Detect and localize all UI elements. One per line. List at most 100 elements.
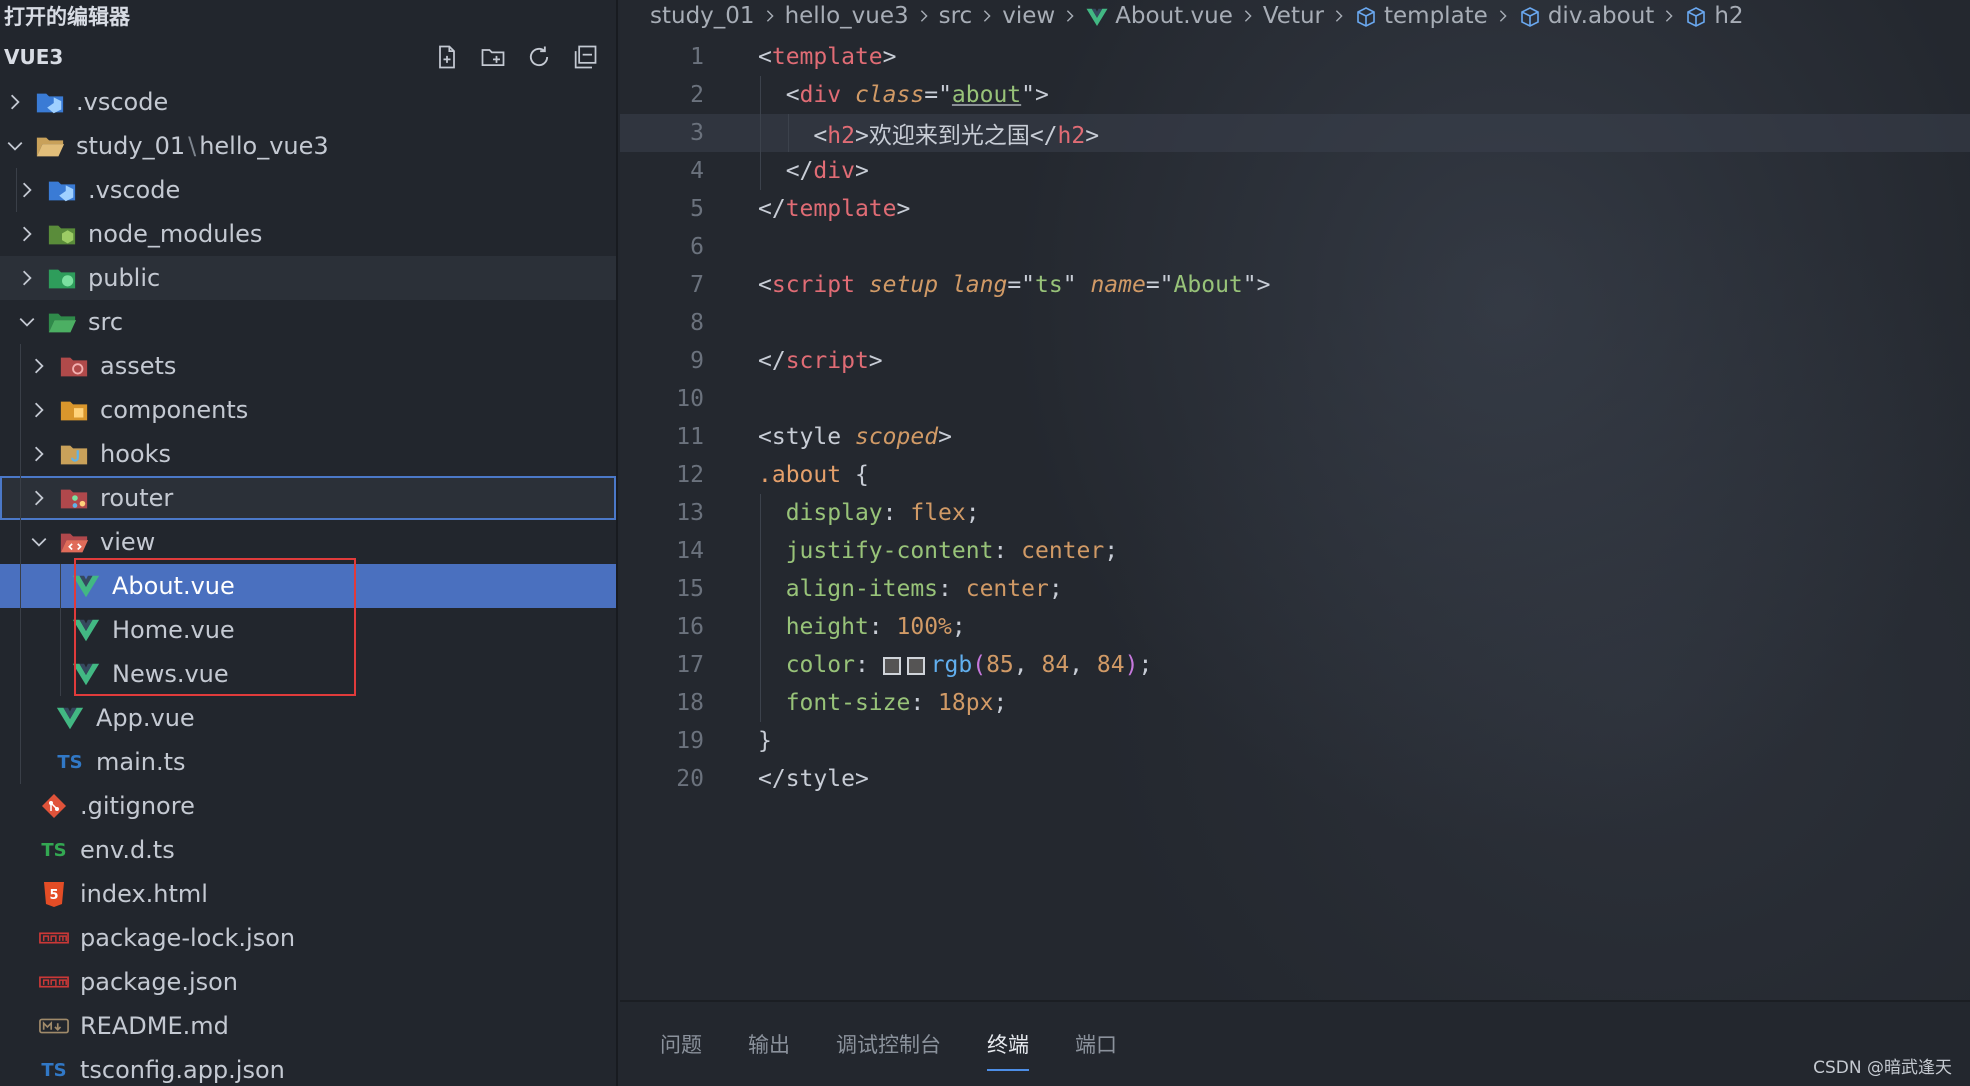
tree-item-label: tsconfig.app.json (80, 1056, 285, 1084)
tab-ports[interactable]: 端口 (1075, 1023, 1117, 1065)
tree-item-package-json[interactable]: package.json (0, 960, 616, 1004)
tree-item-node-modules[interactable]: node_modules (0, 212, 616, 256)
npm-file-icon (38, 923, 70, 953)
view-folder-icon (58, 527, 90, 557)
tree-item-study-folder[interactable]: study_01 \ hello_vue3 (0, 124, 616, 168)
chevron-down-icon (28, 531, 50, 553)
code-line[interactable]: 9 </script> (620, 342, 1970, 380)
chevron-down-icon (4, 135, 26, 157)
bottom-panel: 问题 输出 调试控制台 终端 端口 CSDN @暗武逢天 (620, 1000, 1970, 1086)
breadcrumb-about-vue[interactable]: About.vue (1085, 3, 1233, 29)
tree-item-app-vue[interactable]: App.vue (0, 696, 616, 740)
code-line[interactable]: 11 <style scoped> (620, 418, 1970, 456)
chevron-right-icon (917, 3, 931, 29)
code-lines[interactable]: 1 <template> 2 <div class="about"> 3 <h2… (620, 38, 1970, 798)
tree-item-router[interactable]: router (0, 476, 616, 520)
breadcrumb-src[interactable]: src (939, 3, 973, 29)
project-header[interactable]: VUE3 (0, 34, 616, 80)
components-folder-icon (58, 395, 90, 425)
tree-item-label: hooks (100, 440, 171, 468)
explorer-sidebar: 打开的编辑器 VUE3 .vscode study_01 \ hello_vue… (0, 0, 618, 1086)
node-folder-icon (46, 219, 78, 249)
assets-folder-icon (58, 351, 90, 381)
line-number: 11 (676, 424, 704, 450)
breadcrumb-div-about[interactable]: div.about (1518, 3, 1654, 29)
line-number: 4 (690, 158, 704, 184)
tree-item-root-vscode[interactable]: .vscode (0, 80, 616, 124)
breadcrumb-vetur[interactable]: Vetur (1263, 3, 1324, 29)
code-line[interactable]: 20 </style> (620, 760, 1970, 798)
code-line[interactable]: 18 font-size: 18px; (620, 684, 1970, 722)
code-line[interactable]: 10 (620, 380, 1970, 418)
code-line[interactable]: 14 justify-content: center; (620, 532, 1970, 570)
tree-item-home-vue[interactable]: Home.vue (0, 608, 616, 652)
code-line[interactable]: 2 <div class="about"> (620, 76, 1970, 114)
chevron-right-icon (1332, 3, 1346, 29)
chevron-right-icon (28, 399, 50, 421)
tree-item-assets[interactable]: assets (0, 344, 616, 388)
tab-problems[interactable]: 问题 (660, 1023, 702, 1065)
code-line[interactable]: 6 (620, 228, 1970, 266)
tree-item-gitignore[interactable]: .gitignore (0, 784, 616, 828)
tree-item-public[interactable]: public (0, 256, 616, 300)
code-line[interactable]: 1 <template> (620, 38, 1970, 76)
tree-item-label: .vscode (76, 88, 169, 116)
color-swatch[interactable] (882, 656, 901, 675)
new-file-icon[interactable] (430, 40, 464, 74)
code-text: } (758, 728, 772, 754)
tree-item-package-lock-json[interactable]: package-lock.json (0, 916, 616, 960)
html5-glyph: 5 (49, 888, 58, 903)
tree-item-hooks[interactable]: hooks (0, 432, 616, 476)
project-title: VUE3 (4, 45, 64, 69)
vue-file-icon (1085, 3, 1109, 29)
line-number: 20 (676, 766, 704, 792)
code-line[interactable]: 16 height: 100%; (620, 608, 1970, 646)
chevron-right-icon (1496, 3, 1510, 29)
tree-item-env-d-ts[interactable]: TS env.d.ts (0, 828, 616, 872)
code-text: justify-content: center; (785, 538, 1119, 564)
line-number: 8 (690, 310, 704, 336)
code-line[interactable]: 13 display: flex; (620, 494, 1970, 532)
breadcrumb-study01[interactable]: study_01 (650, 3, 755, 29)
tree-item-news-vue[interactable]: News.vue (0, 652, 616, 696)
code-line[interactable]: 4 </div> (620, 152, 1970, 190)
tree-item-src[interactable]: src (0, 300, 616, 344)
code-line[interactable]: 15 align-items: center; (620, 570, 1970, 608)
tree-item-vscode[interactable]: .vscode (0, 168, 616, 212)
breadcrumb-hello-vue3[interactable]: hello_vue3 (785, 3, 909, 29)
code-line[interactable]: 12 .about { (620, 456, 1970, 494)
tree-item-index-html[interactable]: 5 index.html (0, 872, 616, 916)
code-editor[interactable]: study_01 hello_vue3 src view About.vue V… (620, 0, 1970, 1000)
code-line[interactable]: 8 (620, 304, 1970, 342)
code-line[interactable]: 19 } (620, 722, 1970, 760)
tree-item-readme-md[interactable]: README.md (0, 1004, 616, 1048)
new-folder-icon[interactable] (476, 40, 510, 74)
code-line-current[interactable]: 3 <h2>欢迎来到光之国</h2> (620, 114, 1970, 152)
code-line[interactable]: 17 color: rgb(85, 84, 84); (620, 646, 1970, 684)
code-line[interactable]: 7 <script setup lang="ts" name="About"> (620, 266, 1970, 304)
color-swatch[interactable] (906, 656, 925, 675)
breadcrumb-template[interactable]: template (1354, 3, 1488, 29)
tab-output[interactable]: 输出 (748, 1023, 790, 1065)
tab-terminal[interactable]: 终端 (987, 1023, 1029, 1071)
line-number: 19 (676, 728, 704, 754)
breadcrumb-view[interactable]: view (1002, 3, 1055, 29)
open-editors-header[interactable]: 打开的编辑器 (0, 0, 616, 34)
code-line[interactable]: 5 </template> (620, 190, 1970, 228)
explorer-actions (430, 40, 616, 74)
vue-file-icon (70, 659, 102, 689)
tab-debug-console[interactable]: 调试控制台 (836, 1023, 941, 1065)
refresh-icon[interactable] (522, 40, 556, 74)
tree-item-components[interactable]: components (0, 388, 616, 432)
code-text: font-size: 18px; (785, 690, 1008, 716)
watermark: CSDN @暗武逢天 (1813, 1058, 1952, 1078)
tree-item-label: router (100, 484, 174, 512)
breadcrumb-h2[interactable]: h2 (1684, 3, 1744, 29)
collapse-all-icon[interactable] (568, 40, 602, 74)
line-number: 6 (690, 234, 704, 260)
tree-item-view[interactable]: view (0, 520, 616, 564)
tree-item-tsconfig-app-json[interactable]: TS tsconfig.app.json (0, 1048, 616, 1086)
tree-item-main-ts[interactable]: TS main.ts (0, 740, 616, 784)
tree-item-about-vue[interactable]: About.vue (0, 564, 616, 608)
folder-open-icon (34, 131, 66, 161)
